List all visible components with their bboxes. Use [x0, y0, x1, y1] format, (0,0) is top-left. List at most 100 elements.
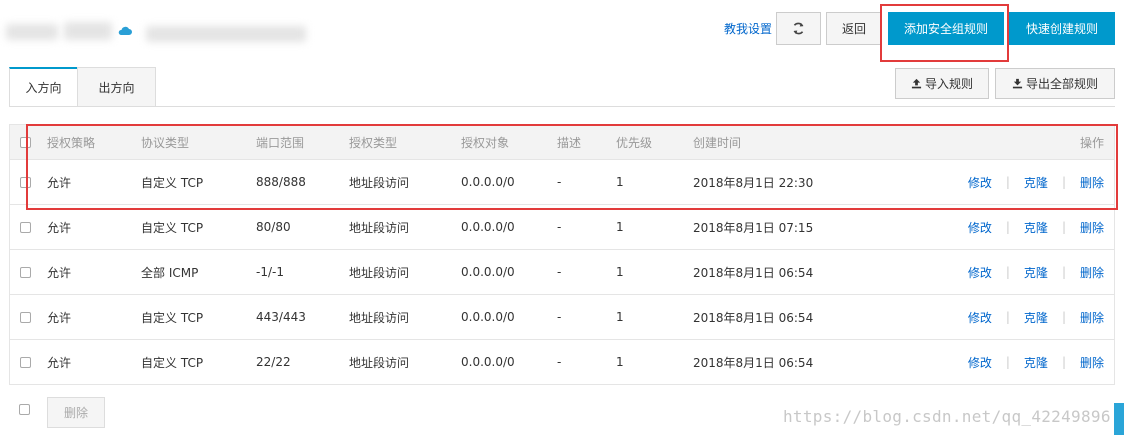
download-icon: [1012, 78, 1023, 89]
col-priority: 优先级: [616, 135, 653, 150]
cell-policy: 允许: [47, 310, 72, 325]
separator: |: [1061, 220, 1066, 234]
cell-auth-object: 0.0.0.0/0: [461, 355, 515, 369]
tab-inbound[interactable]: 入方向: [9, 67, 78, 107]
cell-port: 80/80: [256, 220, 291, 234]
row-checkbox-cell[interactable]: [20, 340, 31, 384]
delete-link[interactable]: 删除: [1080, 219, 1104, 236]
cell-priority: 1: [616, 175, 624, 189]
tab-outbound[interactable]: 出方向: [77, 67, 156, 107]
cell-auth-type: 地址段访问: [349, 355, 410, 370]
row-actions: 修改 | 克隆 | 删除: [968, 340, 1104, 384]
cell-protocol: 自定义 TCP: [141, 355, 204, 370]
side-widget[interactable]: [1114, 403, 1124, 435]
row-actions: 修改 | 克隆 | 删除: [968, 205, 1104, 249]
row-checkbox[interactable]: [20, 221, 31, 233]
cell-auth-type: 地址段访问: [349, 265, 410, 280]
cell-auth-type: 地址段访问: [349, 220, 410, 235]
import-rules-button[interactable]: 导入规则: [895, 68, 989, 99]
table-row: 允许 全部 ICMP -1/-1 地址段访问 0.0.0.0/0 - 1 2018年8月1日 …: [10, 250, 1114, 295]
rules-table: 授权策略 协议类型 端口范围 授权类型 授权对象 描述 优先级 创建时间 操作 …: [9, 124, 1115, 385]
cell-description: -: [557, 220, 562, 234]
import-rules-label: 导入规则: [924, 77, 973, 91]
clone-link[interactable]: 克隆: [1024, 354, 1048, 371]
cell-priority: 1: [616, 310, 624, 324]
edit-link[interactable]: 修改: [968, 174, 992, 191]
select-all-checkbox-cell[interactable]: [20, 125, 31, 159]
row-checkbox[interactable]: [20, 266, 31, 278]
delete-link[interactable]: 删除: [1080, 264, 1104, 281]
cell-policy: 允许: [47, 355, 72, 370]
col-port: 端口范围: [256, 135, 305, 150]
cell-created-time: 2018年8月1日 06:54: [693, 355, 814, 370]
cell-priority: 1: [616, 220, 624, 234]
clone-link[interactable]: 克隆: [1024, 174, 1048, 191]
cell-description: -: [557, 355, 562, 369]
row-checkbox[interactable]: [20, 311, 31, 323]
separator: |: [1005, 175, 1010, 189]
edit-link[interactable]: 修改: [968, 264, 992, 281]
table-row: 允许 自定义 TCP 443/443 地址段访问 0.0.0.0/0 - 1 2018年8月1…: [10, 295, 1114, 340]
table-row: 允许 自定义 TCP 888/888 地址段访问 0.0.0.0/0 - 1 2018年8月1…: [10, 160, 1114, 205]
bulk-delete-button[interactable]: 删除: [47, 397, 105, 428]
add-security-rule-button[interactable]: 添加安全组规则: [888, 12, 1004, 45]
edit-link[interactable]: 修改: [968, 219, 992, 236]
cell-protocol: 自定义 TCP: [141, 220, 204, 235]
cell-priority: 1: [616, 265, 624, 279]
row-checkbox-cell[interactable]: [20, 250, 31, 294]
cell-port: 888/888: [256, 175, 306, 189]
refresh-icon: [793, 22, 804, 35]
select-all-checkbox[interactable]: [20, 136, 31, 148]
cell-policy: 允许: [47, 265, 72, 280]
cell-auth-type: 地址段访问: [349, 175, 410, 190]
cell-auth-object: 0.0.0.0/0: [461, 220, 515, 234]
row-checkbox[interactable]: [20, 176, 31, 188]
cell-description: -: [557, 310, 562, 324]
cell-auth-type: 地址段访问: [349, 310, 410, 325]
edit-link[interactable]: 修改: [968, 309, 992, 326]
cell-protocol: 自定义 TCP: [141, 310, 204, 325]
watermark: https://blog.csdn.net/qq_42249896: [783, 407, 1111, 426]
separator: |: [1005, 265, 1010, 279]
cell-policy: 允许: [47, 175, 72, 190]
delete-link[interactable]: 删除: [1080, 354, 1104, 371]
separator: |: [1061, 355, 1066, 369]
upload-icon: [911, 78, 922, 89]
row-checkbox-cell[interactable]: [20, 295, 31, 339]
edit-link[interactable]: 修改: [968, 354, 992, 371]
footer-select-all-checkbox[interactable]: [19, 404, 30, 415]
col-auth-type: 授权类型: [349, 135, 398, 150]
separator: |: [1005, 310, 1010, 324]
delete-link[interactable]: 删除: [1080, 174, 1104, 191]
col-actions: 操作: [1079, 135, 1104, 150]
row-checkbox-cell[interactable]: [20, 205, 31, 249]
export-rules-label: 导出全部规则: [1025, 77, 1098, 91]
clone-link[interactable]: 克隆: [1024, 309, 1048, 326]
guide-link[interactable]: 教我设置: [724, 20, 772, 37]
cell-created-time: 2018年8月1日 07:15: [693, 220, 814, 235]
table-header-row: 授权策略 协议类型 端口范围 授权类型 授权对象 描述 优先级 创建时间 操作: [10, 125, 1114, 160]
cell-auth-object: 0.0.0.0/0: [461, 310, 515, 324]
table-row: 允许 自定义 TCP 22/22 地址段访问 0.0.0.0/0 - 1 2018年8月1日 …: [10, 340, 1114, 385]
cell-protocol: 全部 ICMP: [141, 265, 199, 280]
cell-created-time: 2018年8月1日 06:54: [693, 310, 814, 325]
delete-link[interactable]: 删除: [1080, 309, 1104, 326]
table-row: 允许 自定义 TCP 80/80 地址段访问 0.0.0.0/0 - 1 2018年8月1日 …: [10, 205, 1114, 250]
clone-link[interactable]: 克隆: [1024, 219, 1048, 236]
separator: |: [1061, 310, 1066, 324]
col-auth-object: 授权对象: [461, 135, 510, 150]
cell-priority: 1: [616, 355, 624, 369]
quick-create-rule-button[interactable]: 快速创建规则: [1009, 12, 1115, 45]
cloud-icon: [118, 26, 132, 35]
export-rules-button[interactable]: 导出全部规则: [995, 68, 1115, 99]
clone-link[interactable]: 克隆: [1024, 264, 1048, 281]
row-checkbox[interactable]: [20, 356, 31, 368]
cell-port: 443/443: [256, 310, 306, 324]
row-checkbox-cell[interactable]: [20, 160, 31, 204]
cell-port: -1/-1: [256, 265, 284, 279]
cell-description: -: [557, 175, 562, 189]
col-description: 描述: [557, 135, 582, 150]
back-button[interactable]: 返回: [826, 12, 882, 45]
refresh-button[interactable]: [776, 12, 821, 45]
cell-auth-object: 0.0.0.0/0: [461, 265, 515, 279]
